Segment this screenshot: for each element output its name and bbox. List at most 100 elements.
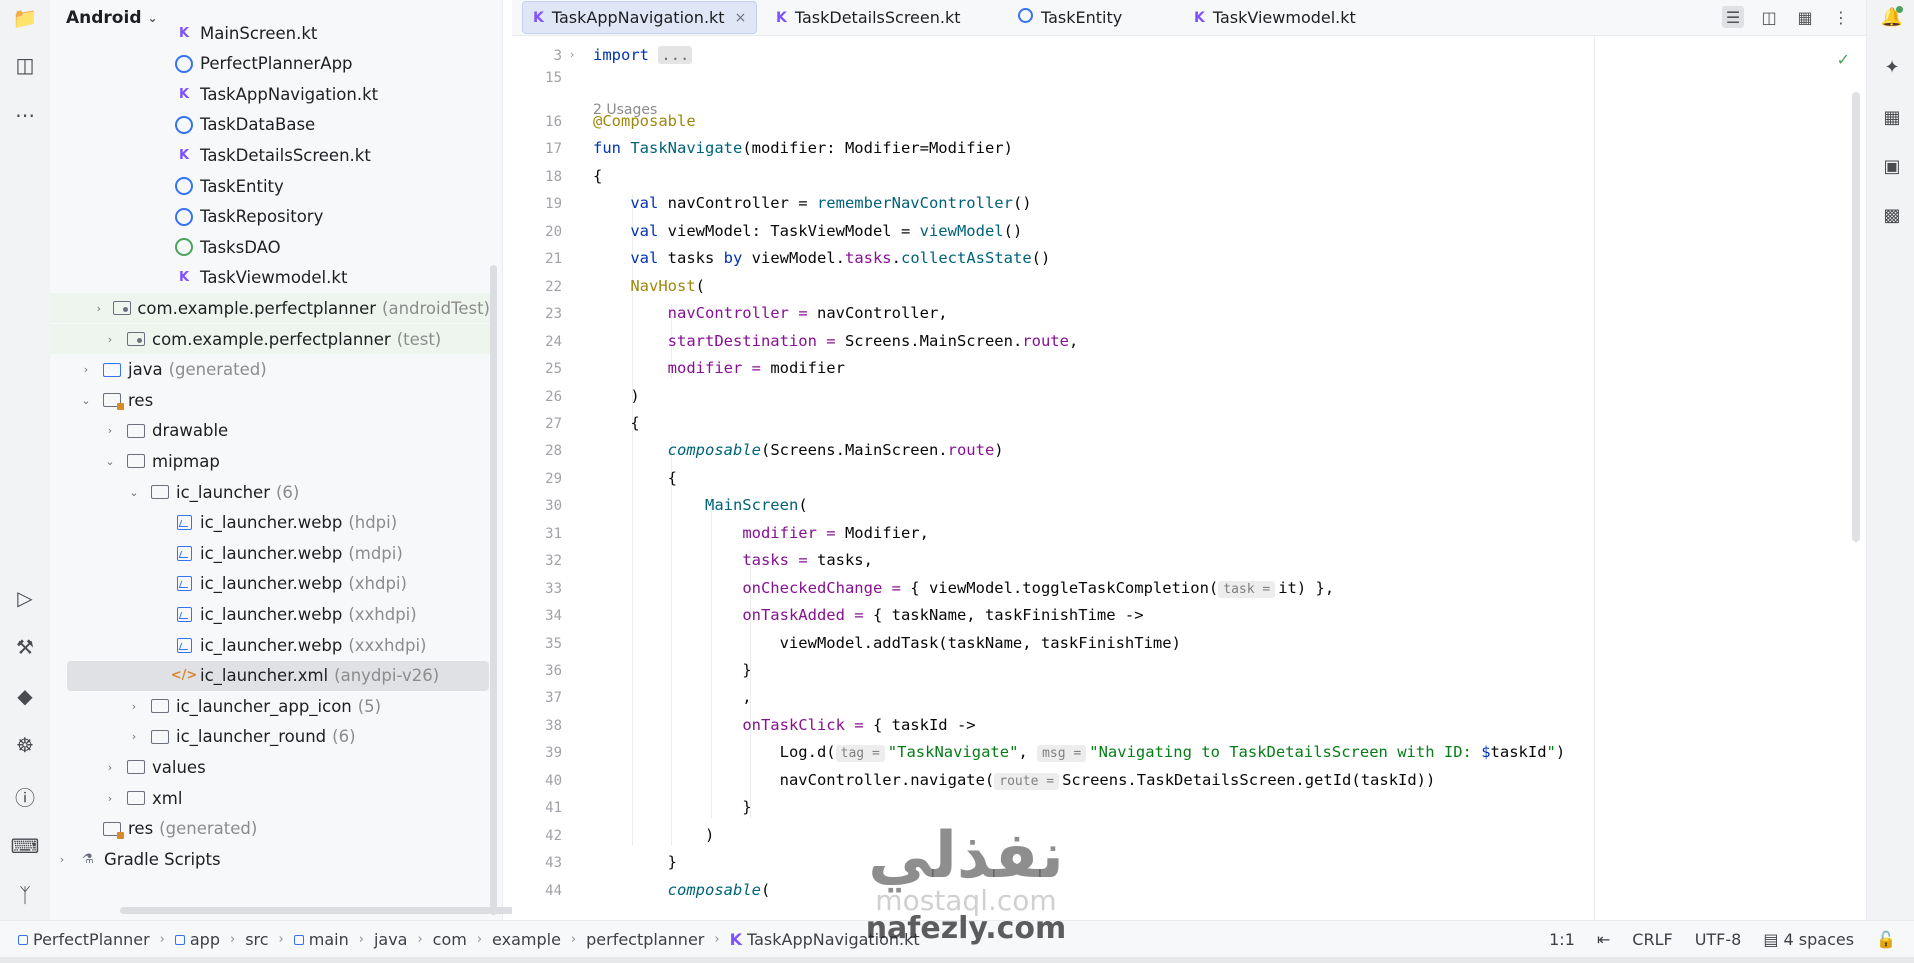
tree-item[interactable]: PerfectPlannerApp bbox=[50, 49, 490, 79]
breadcrumb-item[interactable]: PerfectPlanner bbox=[18, 930, 150, 949]
code-line[interactable]: modifier = Modifier, bbox=[593, 524, 929, 542]
breadcrumb-item[interactable]: › java bbox=[349, 930, 408, 949]
split-view-icon[interactable]: ◫ bbox=[1758, 6, 1780, 28]
read-only-lock-icon[interactable]: 🔓 bbox=[1876, 930, 1896, 949]
tree-item[interactable]: ⌄ res bbox=[50, 385, 490, 415]
breadcrumb-item[interactable]: › main bbox=[269, 930, 349, 949]
expand-arrow-icon[interactable]: ⌄ bbox=[78, 394, 94, 407]
project-folder-icon[interactable]: 📁 bbox=[12, 5, 38, 31]
code-line[interactable]: val navController = rememberNavControlle… bbox=[593, 194, 1031, 212]
tree-item[interactable]: res (generated) bbox=[50, 814, 490, 844]
code-line[interactable]: { bbox=[593, 414, 639, 432]
gem-icon[interactable]: ◆ bbox=[12, 683, 38, 709]
expand-arrow-icon[interactable]: ⌄ bbox=[102, 455, 118, 468]
tree-item[interactable]: TasksDAO bbox=[50, 232, 490, 262]
code-line[interactable]: composable( bbox=[593, 881, 771, 899]
tree-item[interactable]: › drawable bbox=[50, 416, 490, 446]
folded-region[interactable]: ... bbox=[658, 46, 693, 64]
tree-item[interactable]: K TaskViewmodel.kt bbox=[50, 263, 490, 293]
code-line[interactable]: onCheckedChange = { viewModel.toggleTask… bbox=[593, 579, 1334, 598]
tree-item[interactable]: K MainScreen.kt bbox=[50, 18, 490, 48]
structure-icon[interactable]: ◫ bbox=[12, 52, 38, 78]
code-line[interactable]: import ... bbox=[593, 46, 693, 64]
tree-item[interactable]: ic_launcher.webp (mdpi) bbox=[50, 538, 490, 568]
git-branch-icon[interactable]: ᛉ bbox=[12, 882, 38, 908]
code-line[interactable]: } bbox=[593, 661, 751, 679]
indent-setting[interactable]: ▤ 4 spaces bbox=[1763, 930, 1854, 949]
expand-arrow-icon[interactable]: › bbox=[102, 333, 118, 346]
code-line[interactable]: ) bbox=[593, 387, 639, 405]
tree-item[interactable]: › ic_launcher_round (6) bbox=[50, 722, 490, 752]
caret-position[interactable]: 1:1 bbox=[1549, 930, 1575, 949]
code-line[interactable]: navController.navigate(route = Screens.Ta… bbox=[593, 771, 1435, 790]
android-robot-icon[interactable]: ☸ bbox=[12, 732, 38, 758]
code-line[interactable]: ) bbox=[593, 826, 714, 844]
breadcrumb-item[interactable]: › K TaskAppNavigation.kt bbox=[704, 930, 919, 949]
device-manager-icon[interactable]: ▦ bbox=[1879, 104, 1905, 130]
expand-arrow-icon[interactable]: › bbox=[126, 730, 142, 743]
editor-vertical-scrollbar[interactable] bbox=[1852, 92, 1860, 542]
code-line[interactable]: tasks = tasks, bbox=[593, 551, 873, 569]
expand-arrow-icon[interactable]: › bbox=[126, 700, 142, 713]
code-line[interactable]: val tasks by viewModel.tasks.collectAsSt… bbox=[593, 249, 1050, 267]
tree-item[interactable]: ic_launcher.webp (xhdpi) bbox=[50, 569, 490, 599]
tree-item[interactable]: ⌄ ic_launcher (6) bbox=[50, 477, 490, 507]
breadcrumb-item[interactable]: › perfectplanner bbox=[561, 930, 704, 949]
expand-arrow-icon[interactable]: › bbox=[102, 424, 118, 437]
tree-item[interactable]: › com.example.perfectplanner (test) bbox=[50, 324, 490, 354]
design-view-icon[interactable]: ▦ bbox=[1794, 6, 1816, 28]
code-line[interactable]: fun TaskNavigate(modifier: Modifier=Modi… bbox=[593, 139, 1013, 157]
code-line[interactable]: } bbox=[593, 853, 677, 871]
gemini-assistant-icon[interactable]: ✦ bbox=[1879, 54, 1905, 80]
tree-item[interactable]: ic_launcher.webp (xxhdpi) bbox=[50, 599, 490, 629]
project-vertical-scrollbar[interactable] bbox=[490, 265, 497, 915]
expand-arrow-icon[interactable]: › bbox=[102, 761, 118, 774]
tree-item[interactable]: ⌄ mipmap bbox=[50, 446, 490, 476]
breadcrumb-item[interactable]: › example bbox=[467, 930, 561, 949]
expand-arrow-icon[interactable]: › bbox=[78, 363, 94, 376]
run-icon[interactable]: ▷ bbox=[12, 585, 38, 611]
code-line[interactable]: onTaskAdded = { taskName, taskFinishTime… bbox=[593, 606, 1143, 624]
tree-item[interactable]: › ic_launcher_app_icon (5) bbox=[50, 691, 490, 721]
code-line[interactable]: onTaskClick = { taskId -> bbox=[593, 716, 975, 734]
editor-tab[interactable]: K TaskDetailsScreen.kt bbox=[766, 1, 971, 34]
breadcrumb-item[interactable]: › app bbox=[150, 930, 220, 949]
expand-arrow-icon[interactable]: ⌄ bbox=[126, 486, 142, 499]
code-line[interactable]: composable(Screens.MainScreen.route) bbox=[593, 441, 1004, 459]
code-view-icon[interactable]: ☰ bbox=[1722, 6, 1744, 28]
tree-item[interactable]: › xml bbox=[50, 783, 490, 813]
code-line[interactable]: , bbox=[593, 688, 751, 706]
terminal-icon[interactable]: ⌨ bbox=[11, 833, 40, 859]
code-editor[interactable]: 2 Usages 3 › import ... 15 16 @Composable 17 fu… bbox=[512, 36, 1866, 920]
editor-tab[interactable]: K TaskViewmodel.kt bbox=[1184, 1, 1366, 34]
tree-item[interactable]: › ⚗ Gradle Scripts bbox=[50, 844, 490, 874]
code-line[interactable]: navController = navController, bbox=[593, 304, 948, 322]
breadcrumb-item[interactable]: › src bbox=[220, 930, 269, 949]
expand-arrow-icon[interactable]: › bbox=[92, 302, 105, 315]
tree-item[interactable]: TaskEntity bbox=[50, 171, 490, 201]
code-line[interactable]: val viewModel: TaskViewModel = viewModel… bbox=[593, 222, 1022, 240]
code-line[interactable]: } bbox=[593, 798, 751, 816]
project-horizontal-scrollbar[interactable] bbox=[120, 907, 530, 914]
expand-arrow-icon[interactable]: › bbox=[54, 853, 70, 866]
tree-item[interactable]: K TaskAppNavigation.kt bbox=[50, 79, 490, 109]
tree-item[interactable]: ic_launcher.webp (xxxhdpi) bbox=[50, 630, 490, 660]
tree-item[interactable]: › com.example.perfectplanner (androidTest) bbox=[50, 293, 490, 324]
build-hammer-icon[interactable]: ⚒ bbox=[12, 634, 38, 660]
breadcrumb-item[interactable]: › com bbox=[407, 930, 466, 949]
code-line[interactable]: startDestination = Screens.MainScreen.ro… bbox=[593, 332, 1079, 350]
tree-item[interactable]: K TaskDetailsScreen.kt bbox=[50, 140, 490, 170]
code-line[interactable]: Log.d(tag = "TaskNavigate", msg = "Navigat… bbox=[593, 743, 1565, 763]
tree-item[interactable]: › values bbox=[50, 752, 490, 782]
code-line[interactable]: MainScreen( bbox=[593, 496, 808, 514]
code-line[interactable]: NavHost( bbox=[593, 277, 705, 295]
code-line[interactable]: { bbox=[593, 469, 677, 487]
more-tools-icon[interactable]: ⋯ bbox=[12, 102, 38, 128]
editor-tab[interactable]: K TaskAppNavigation.kt × bbox=[522, 1, 758, 34]
tree-item[interactable]: </> ic_launcher.xml (anydpi-v26) bbox=[67, 660, 489, 691]
line-separator[interactable]: CRLF bbox=[1632, 930, 1672, 949]
expand-arrow-icon[interactable]: › bbox=[102, 792, 118, 805]
problems-icon[interactable]: ⓘ bbox=[12, 783, 38, 810]
close-tab-icon[interactable]: × bbox=[735, 10, 747, 26]
wrap-lines-icon[interactable]: ⇤ bbox=[1597, 930, 1610, 949]
